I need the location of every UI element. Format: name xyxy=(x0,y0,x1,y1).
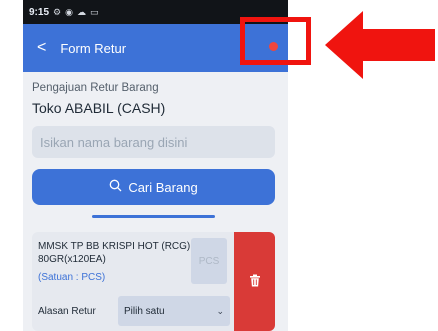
trash-icon xyxy=(249,274,261,290)
return-item-card: MMSK TP BB KRISPI HOT (RCG) 80GR(x120EA)… xyxy=(32,232,275,331)
form-subtitle: Pengajuan Retur Barang xyxy=(32,82,159,94)
reason-select[interactable]: Pilih satu ⌄ xyxy=(118,296,230,326)
shop-name: Toko ABABIL (CASH) xyxy=(32,100,166,116)
signal-icon: ◉ xyxy=(65,6,73,17)
chevron-down-icon: ⌄ xyxy=(216,305,224,316)
search-button-label: Cari Barang xyxy=(128,179,198,195)
status-time: 9:15 xyxy=(29,6,50,18)
quantity-input[interactable]: PCS xyxy=(191,238,227,284)
search-icon xyxy=(109,179,122,195)
delete-item-button[interactable] xyxy=(234,232,275,331)
reason-select-value: Pilih satu xyxy=(124,305,165,317)
item-search-input[interactable]: Isikan nama barang disini xyxy=(32,126,275,158)
cloud-icon: ☁ xyxy=(76,6,86,17)
page-title: Form Retur xyxy=(60,40,127,56)
search-item-button[interactable]: Cari Barang xyxy=(32,169,275,205)
pointer-arrow-icon xyxy=(325,11,435,79)
settings-icon: ⚙ xyxy=(53,6,62,17)
item-name: MMSK TP BB KRISPI HOT (RCG) 80GR(x120EA) xyxy=(38,241,191,265)
item-unit: (Satuan : PCS) xyxy=(38,272,106,283)
message-icon: ▭ xyxy=(89,6,99,17)
form-content: Pengajuan Retur Barang Toko ABABIL (CASH… xyxy=(23,72,288,331)
highlight-box xyxy=(240,17,311,65)
back-icon[interactable]: < xyxy=(37,40,46,56)
reason-label: Alasan Retur xyxy=(38,306,96,317)
tab-indicator xyxy=(92,215,215,218)
